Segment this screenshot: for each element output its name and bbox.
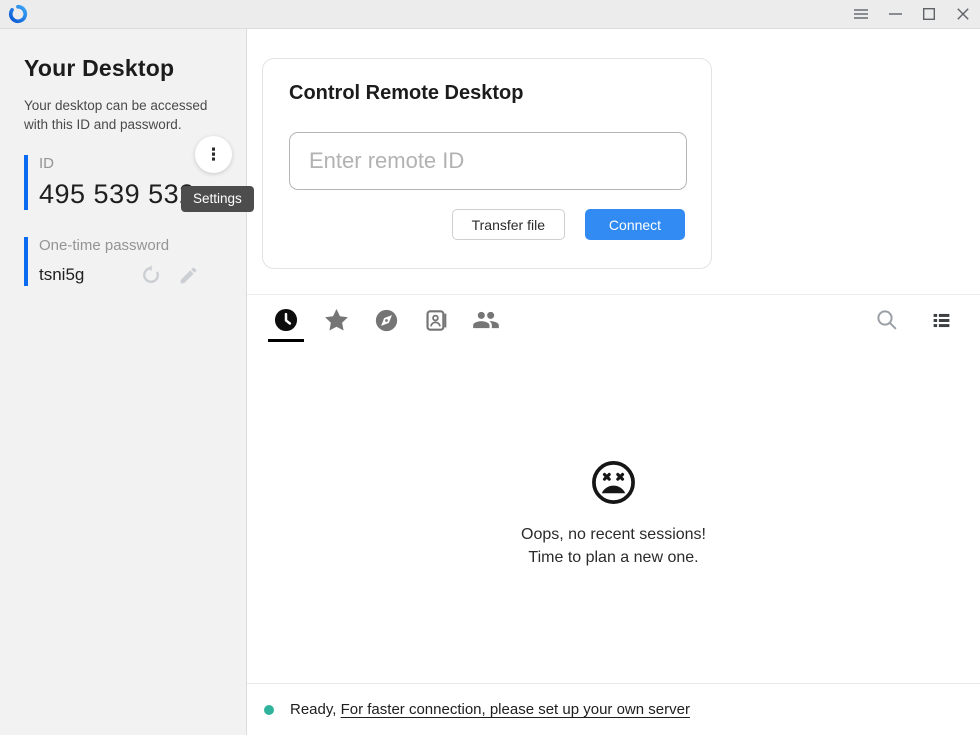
setup-server-link[interactable]: For faster connection, please set up you… xyxy=(341,701,690,718)
tab-discovered[interactable] xyxy=(373,297,399,344)
tab-address-book[interactable] xyxy=(423,297,449,344)
search-icon[interactable] xyxy=(872,305,902,335)
rustdesk-logo xyxy=(8,4,28,24)
star-icon xyxy=(323,307,350,334)
titlebar xyxy=(0,0,980,29)
edit-icon[interactable] xyxy=(178,265,199,286)
status-ready-label: Ready, xyxy=(290,701,336,718)
session-tabbar xyxy=(247,294,980,345)
statusbar: Ready, For faster connection, please set… xyxy=(247,683,980,735)
empty-state-line1: Oops, no recent sessions! xyxy=(521,524,706,546)
address-book-icon xyxy=(424,308,449,333)
one-time-password-block: One-time password tsni5g xyxy=(24,237,246,286)
status-dot xyxy=(264,705,274,715)
control-remote-desktop-card: Control Remote Desktop Transfer file Con… xyxy=(262,58,712,269)
connect-button[interactable]: Connect xyxy=(585,209,685,240)
hamburger-menu-icon[interactable] xyxy=(844,0,878,28)
compass-icon xyxy=(374,308,399,333)
kebab-menu-icon[interactable]: ⋮ xyxy=(195,136,232,173)
password-label: One-time password xyxy=(39,237,246,254)
transfer-file-button[interactable]: Transfer file xyxy=(452,209,565,240)
app-window: Your Desktop Your desktop can be accesse… xyxy=(0,0,980,735)
sidebar-title: Your Desktop xyxy=(24,55,246,82)
clock-icon xyxy=(273,307,299,333)
sidebar-your-desktop: Your Desktop Your desktop can be accesse… xyxy=(0,29,247,735)
card-title: Control Remote Desktop xyxy=(289,82,685,105)
password-value: tsni5g xyxy=(39,265,84,285)
tab-recent-sessions[interactable] xyxy=(273,297,299,344)
minimize-icon[interactable] xyxy=(878,0,912,28)
tab-favorites[interactable] xyxy=(323,297,349,344)
close-icon[interactable] xyxy=(946,0,980,28)
empty-state: Oops, no recent sessions! Time to plan a… xyxy=(247,345,980,683)
group-icon xyxy=(472,306,500,334)
remote-id-input[interactable] xyxy=(289,132,687,190)
list-view-icon[interactable] xyxy=(926,305,956,335)
sad-face-icon xyxy=(590,459,637,511)
maximize-icon[interactable] xyxy=(912,0,946,28)
refresh-icon[interactable] xyxy=(140,264,162,286)
main-panel: Control Remote Desktop Transfer file Con… xyxy=(247,29,980,735)
tab-group[interactable] xyxy=(473,297,499,344)
sidebar-description: Your desktop can be accessed with this I… xyxy=(24,96,224,134)
settings-tooltip: Settings xyxy=(181,186,254,212)
empty-state-line2: Time to plan a new one. xyxy=(521,547,706,569)
status-text: Ready, For faster connection, please set… xyxy=(290,701,690,718)
